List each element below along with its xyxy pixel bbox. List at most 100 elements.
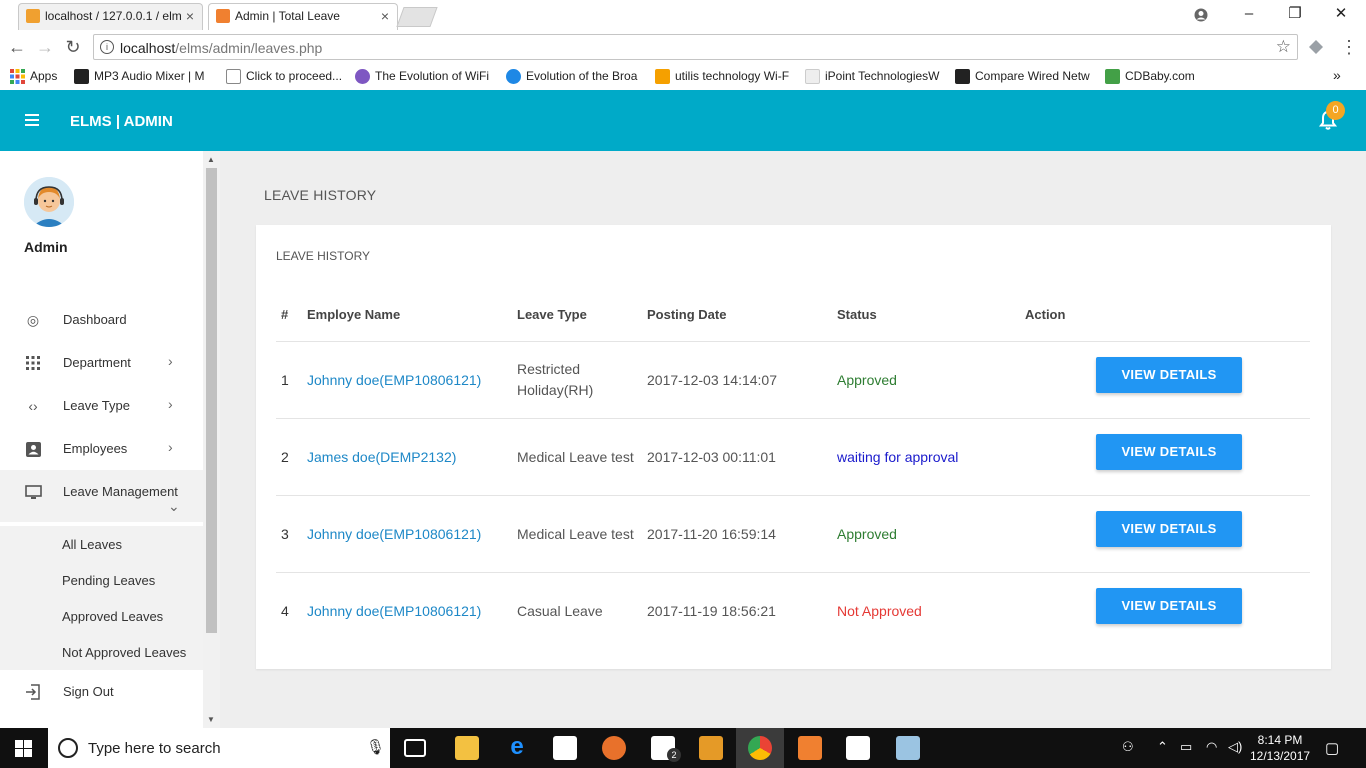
browser-tab-phpmyadmin[interactable]: localhost / 127.0.0.1 / elm × [18,3,203,30]
sidebar-item-label: Leave Type [63,398,130,413]
sidebar-item-leave-management[interactable]: Leave Management ⌄ [0,470,203,522]
forward-icon[interactable]: → [34,36,56,58]
view-details-button[interactable]: VIEW DETAILS [1096,357,1242,393]
bookmark-cdbaby[interactable]: CDBaby.com [1105,69,1195,84]
employee-name-link[interactable]: Johnny doe(EMP10806121) [307,526,481,542]
sidebar-scrollbar[interactable]: ▲ ▼ [203,151,220,728]
app-brand[interactable]: ELMS | ADMIN [70,113,173,130]
store-icon[interactable] [553,736,577,760]
view-details-button[interactable]: VIEW DETAILS [1096,511,1242,547]
task-view-icon[interactable] [404,739,426,757]
reload-icon[interactable]: ↻ [62,36,84,58]
posting-date: 2017-12-03 00:11:01 [647,449,776,465]
bookmark-star-icon[interactable]: ☆ [1276,37,1291,57]
restore-button[interactable]: ❐ [1272,0,1318,30]
column-header-employee-name[interactable]: Employe Name [307,307,400,322]
leave-type: Medical Leave test [517,526,634,542]
people-icon[interactable]: ⚇ [1122,739,1134,755]
sidebar: Admin ◎ Dashboard Department › ‹› Leave … [0,151,203,728]
sidebar-item-department[interactable]: Department › [0,341,203,384]
new-tab-button[interactable] [396,7,438,27]
bookmark-click-to-proceed[interactable]: Click to proceed... [226,69,342,84]
firefox-icon[interactable] [602,736,626,760]
chrome-icon[interactable] [748,736,772,760]
wifi-icon[interactable]: ◠ [1206,739,1217,755]
mail-badge: 2 [667,748,681,762]
bookmark-evolution-broadband[interactable]: Evolution of the Broa [506,69,637,84]
employee-name-link[interactable]: James doe(DEMP2132) [307,449,456,465]
taskbar-search-box[interactable]: Type here to search 🎙 [48,728,390,768]
main-content: LEAVE HISTORY LEAVE HISTORY # Employe Na… [220,151,1366,728]
sidebar-subitem-all-leaves[interactable]: All Leaves [0,526,203,562]
status-text: Not Approved [837,603,922,619]
show-hidden-icons-icon[interactable]: ⌃ [1157,739,1168,755]
mail-icon[interactable]: 2 [651,736,681,762]
status-text: Approved [837,372,897,388]
column-header-posting-date[interactable]: Posting Date [647,307,726,322]
table-row: 3 Johnny doe(EMP10806121) Medical Leave … [276,495,1310,572]
bookmark-evolution-wifi[interactable]: The Evolution of WiFi [355,69,489,84]
sidebar-subitem-approved-leaves[interactable]: Approved Leaves [0,598,203,634]
close-tab-icon[interactable]: × [381,4,389,28]
sidebar-item-leave-type[interactable]: ‹› Leave Type › [0,384,203,427]
leave-type: Casual Leave [517,603,603,619]
scroll-down-icon[interactable]: ▼ [207,715,215,724]
column-header-leave-type[interactable]: Leave Type [517,307,587,322]
code-icon: ‹› [28,398,38,414]
close-window-button[interactable]: ✕ [1318,0,1364,30]
chevron-down-icon: ⌄ [168,498,180,514]
media-player-icon[interactable] [699,736,723,760]
desktop-icon [24,483,42,501]
apps-grid-icon [24,354,42,372]
sidebar-subitem-not-approved-leaves[interactable]: Not Approved Leaves [0,634,203,670]
view-details-button[interactable]: VIEW DETAILS [1096,588,1242,624]
table-row: 2 James doe(DEMP2132) Medical Leave test… [276,418,1310,495]
sidebar-subitem-pending-leaves[interactable]: Pending Leaves [0,562,203,598]
minimize-button[interactable]: – [1226,0,1272,30]
column-header-status[interactable]: Status [837,307,877,322]
notepad-icon[interactable] [896,736,920,760]
hamburger-menu-icon[interactable] [25,114,39,126]
cdbaby-favicon-icon [1105,69,1120,84]
action-center-icon[interactable]: ▢ [1325,739,1339,757]
column-header-action[interactable]: Action [1025,307,1065,322]
employee-name-link[interactable]: Johnny doe(EMP10806121) [307,603,481,619]
bookmark-mp3-mixer[interactable]: MP3 Audio Mixer | M [74,69,204,84]
sidebar-item-dashboard[interactable]: ◎ Dashboard [0,298,203,341]
system-clock[interactable]: 8:14 PM 12/13/2017 [1250,732,1310,764]
admin-avatar [24,177,74,227]
sidebar-item-label: Employees [63,441,128,456]
edge-icon[interactable]: e [505,735,529,760]
browser-tab-admin-leave[interactable]: Admin | Total Leave × [208,3,398,30]
scrollbar-thumb[interactable] [206,168,217,633]
windows-start-icon[interactable] [15,740,32,757]
bookmark-compare-wired[interactable]: Compare Wired Netw [955,69,1090,84]
menu-kebab-icon[interactable]: ⋮ [1338,36,1360,58]
extension-icon[interactable] [1305,36,1327,58]
leave-type: Medical Leave test [517,449,634,465]
scroll-up-icon[interactable]: ▲ [207,155,215,164]
bookmark-ipoint[interactable]: iPoint TechnologiesW [805,69,940,84]
admin-name: Admin [24,239,68,255]
leave-type: Restricted Holiday(RH) [517,361,594,398]
sidebar-item-sign-out[interactable]: Sign Out [0,670,203,713]
back-icon[interactable]: ← [6,36,28,58]
bookmark-utilis[interactable]: utilis technology Wi-F [655,69,789,84]
microphone-icon[interactable]: 🎙 [366,738,385,756]
xampp-icon[interactable] [798,736,822,760]
status-text: waiting for approval [837,449,959,465]
volume-icon[interactable]: ◁) [1228,739,1242,755]
info-icon[interactable]: i [100,40,114,54]
address-bar[interactable]: i localhost/elms/admin/leaves.php ☆ [93,34,1298,60]
sidebar-item-employees[interactable]: Employees › [0,427,203,470]
close-tab-icon[interactable]: × [186,4,194,28]
profile-icon[interactable] [1178,0,1224,30]
bookmarks-more-icon[interactable]: » [1313,67,1341,83]
spreadsheet-icon[interactable] [846,736,870,760]
sidebar-item-label: Sign Out [63,684,114,699]
bookmark-apps[interactable]: Apps [10,69,57,84]
file-explorer-icon[interactable] [455,736,479,760]
employee-name-link[interactable]: Johnny doe(EMP10806121) [307,372,481,388]
view-details-button[interactable]: VIEW DETAILS [1096,434,1242,470]
battery-icon[interactable]: ▭ [1180,739,1192,755]
